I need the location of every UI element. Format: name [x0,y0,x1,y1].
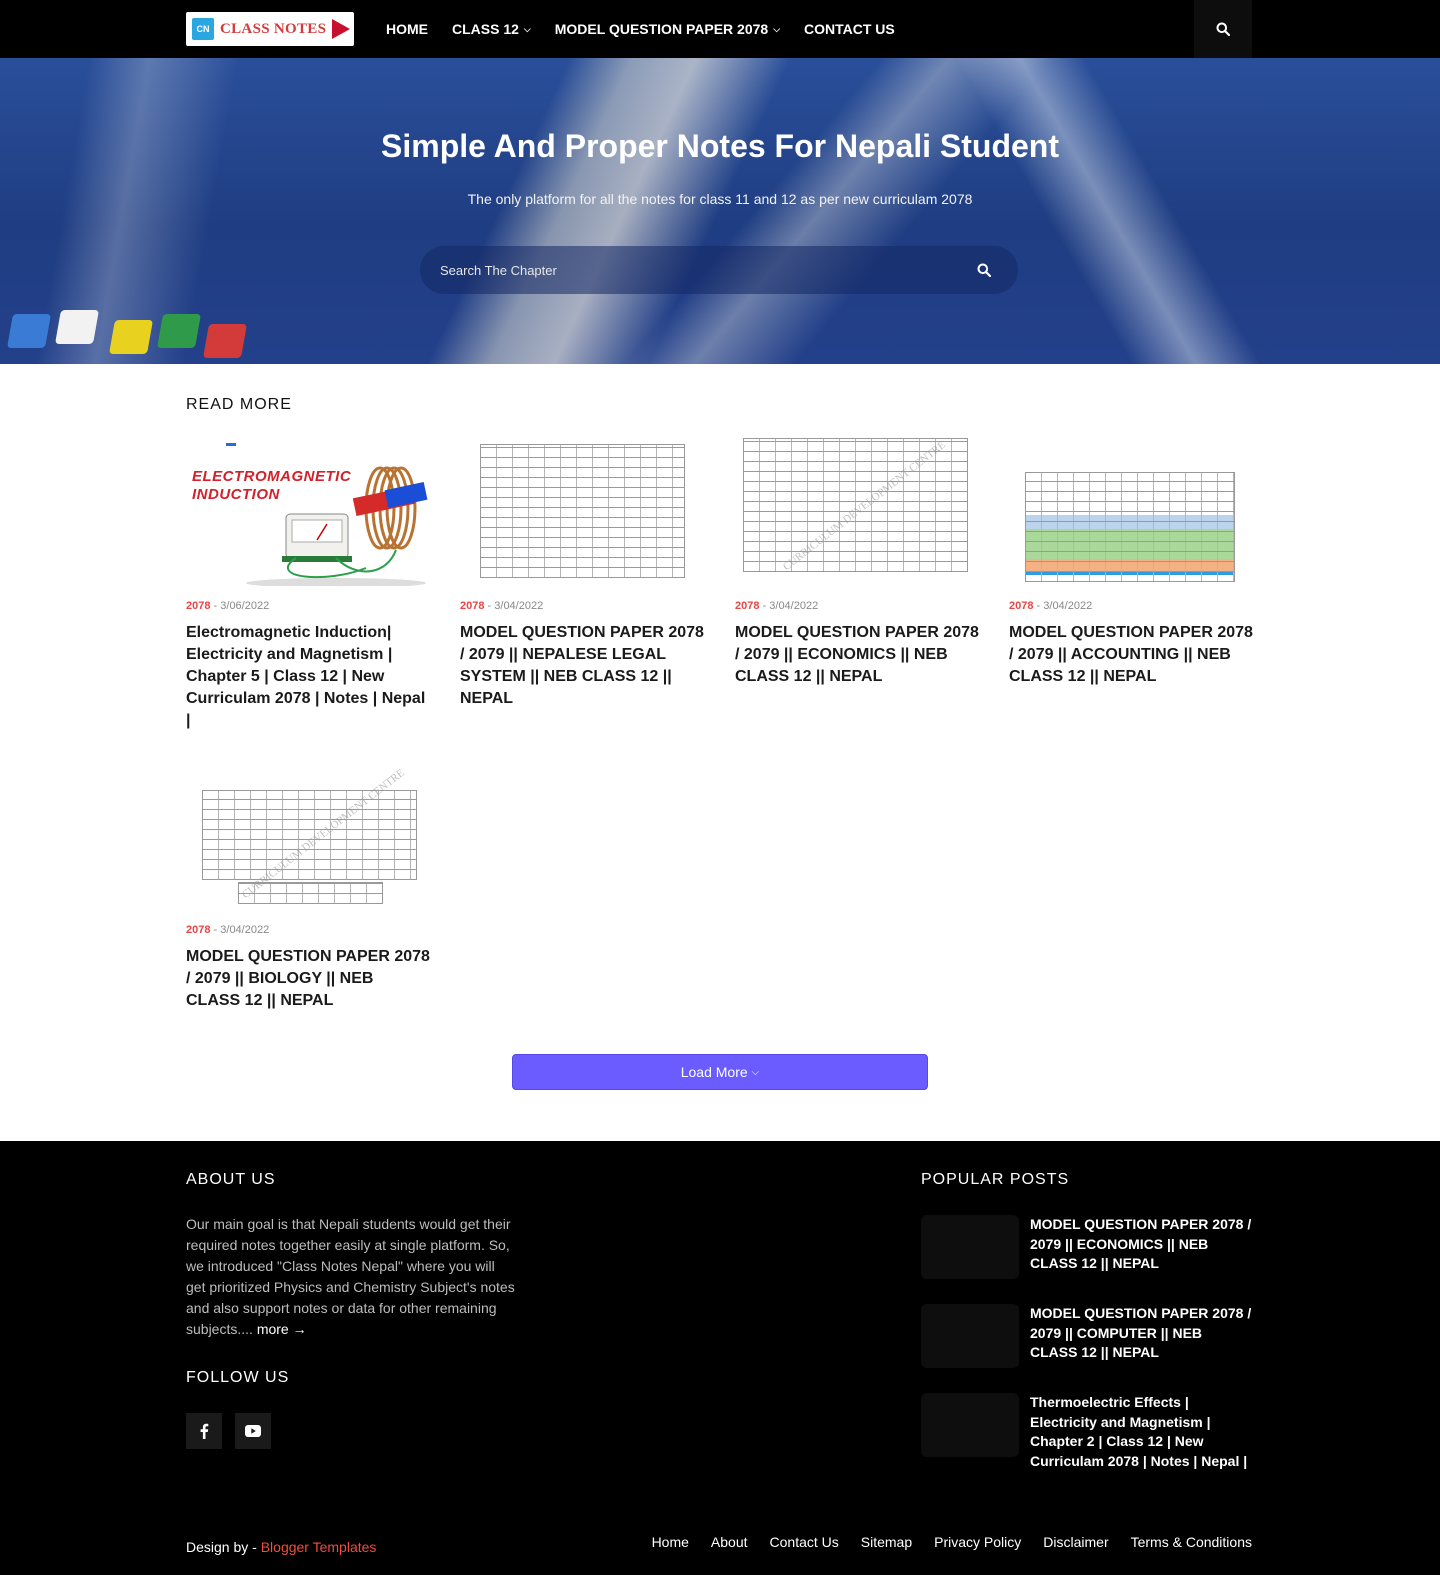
top-navbar: CN CLASS NOTES HOME CLASS 12 ⌵ MODEL QUES… [0,0,1440,58]
post-meta: 2078 - 3/04/2022 [186,924,270,936]
site-logo[interactable]: CN CLASS NOTES [186,12,354,46]
post-thumbnail[interactable]: CURRICULUM DEVELOPMENT CENTRE [735,438,980,586]
popular-post-thumbnail[interactable] [921,1215,1019,1279]
footer-link-home[interactable]: Home [652,1534,689,1550]
post-year: 2078 [1009,600,1034,612]
about-us-text: Our main goal is that Nepali students wo… [186,1214,516,1340]
footer-links: Home About Contact Us Sitemap Privacy Po… [630,1534,1252,1550]
nav-class-12[interactable]: CLASS 12 ⌵ [452,21,531,37]
footer-link-about[interactable]: About [711,1534,748,1550]
footer-link-sitemap[interactable]: Sitemap [861,1534,912,1550]
post-year: 2078 [186,924,211,936]
logo-text: CLASS NOTES [220,20,327,37]
nav-model-question-paper[interactable]: MODEL QUESTION PAPER 2078 ⌵ [555,21,780,37]
nav-home[interactable]: HOME [386,21,428,37]
nepal-flag-icon [332,19,351,39]
post-title-link[interactable]: Electromagnetic Induction| Electricity a… [186,622,431,732]
load-more-button[interactable]: Load More ⌵ [512,1054,928,1090]
post-title-link[interactable]: MODEL QUESTION PAPER 2078 / 2079 || NEPA… [460,622,705,710]
nav-model-question-paper-label: MODEL QUESTION PAPER 2078 [554,21,769,37]
youtube-button[interactable] [235,1413,271,1449]
load-more-label: Load More [680,1064,748,1080]
popular-posts-heading: POPULAR POSTS [921,1171,1070,1188]
nav-contact-us[interactable]: CONTACT US [804,21,895,37]
exam-spec-table-image [480,444,685,578]
footer-link-terms[interactable]: Terms & Conditions [1131,1534,1252,1550]
design-credit: Design by - Blogger Templates [186,1539,376,1555]
post-card: ELECTROMAGNETIC INDUCTION 2078 - 3/06/20… [186,438,431,732]
about-us-body: Our main goal is that Nepali students wo… [186,1216,515,1337]
hero-subtitle: The only platform for all the notes for … [467,191,973,207]
post-date: 3/06/2022 [220,600,270,612]
exam-spec-table-image [1025,472,1235,582]
chevron-down-icon: ⌵ [523,23,531,34]
post-date: 3/04/2022 [769,600,819,612]
main-menu: HOME CLASS 12 ⌵ MODEL QUESTION PAPER 2078… [386,0,919,58]
search-icon [1216,22,1230,36]
post-card: 2078 - 3/04/2022 MODEL QUESTION PAPER 20… [1009,438,1254,688]
popular-post-thumbnail[interactable] [921,1393,1019,1457]
hero-search-button[interactable] [970,256,998,284]
facebook-icon [200,1423,209,1439]
footer-link-disclaimer[interactable]: Disclaimer [1043,1534,1108,1550]
post-year: 2078 [735,600,760,612]
nav-class-12-label: CLASS 12 [452,21,519,37]
hero-search-box [420,246,1018,294]
about-us-heading: ABOUT US [186,1171,276,1188]
post-title-link[interactable]: MODEL QUESTION PAPER 2078 / 2079 || BIOL… [186,946,431,1012]
post-card: 2078 - 3/04/2022 MODEL QUESTION PAPER 20… [460,438,705,710]
post-thumbnail[interactable] [1009,438,1254,586]
about-more-link[interactable]: more → [257,1321,307,1337]
popular-post-title[interactable]: MODEL QUESTION PAPER 2078 / 2079 || COMP… [1030,1304,1252,1363]
exam-spec-table-image [202,790,417,880]
hero-banner: Simple And Proper Notes For Nepali Stude… [0,58,1440,364]
chevron-down-icon: ⌵ [773,23,781,34]
post-thumbnail[interactable]: ELECTROMAGNETIC INDUCTION [186,438,431,586]
youtube-icon [245,1425,261,1437]
post-title-link[interactable]: MODEL QUESTION PAPER 2078 / 2079 || ACCO… [1009,622,1254,688]
design-credit-prefix: Design by - [186,1539,261,1555]
prayer-flags-decoration [0,308,260,364]
popular-post-title[interactable]: Thermoelectric Effects | Electricity and… [1030,1393,1252,1471]
post-meta: 2078 - 3/04/2022 [735,600,819,612]
post-year: 2078 [460,600,485,612]
post-card: CURRICULUM DEVELOPMENT CENTRE 2078 - 3/0… [735,438,980,688]
nav-search-button[interactable] [1194,0,1252,58]
nav-contact-us-label: CONTACT US [804,21,895,37]
galvanometer-illustration [226,443,428,586]
blogger-templates-link[interactable]: Blogger Templates [261,1539,377,1555]
follow-us-heading: FOLLOW US [186,1369,290,1386]
post-title-link[interactable]: MODEL QUESTION PAPER 2078 / 2079 || ECON… [735,622,980,688]
post-date: 3/04/2022 [1043,600,1093,612]
popular-post-thumbnail[interactable] [921,1304,1019,1368]
post-thumbnail[interactable] [460,438,705,586]
post-thumbnail[interactable]: CURRICULUM DEVELOPMENT CENTRE [186,762,431,910]
post-meta: 2078 - 3/04/2022 [460,600,544,612]
hero-title: Simple And Proper Notes For Nepali Stude… [381,128,1059,164]
post-meta: 2078 - 3/06/2022 [186,600,270,612]
popular-post-title[interactable]: MODEL QUESTION PAPER 2078 / 2079 || ECON… [1030,1215,1252,1274]
post-meta: 2078 - 3/04/2022 [1009,600,1093,612]
chapter-search-input[interactable] [440,262,970,278]
post-year: 2078 [186,600,211,612]
post-date: 3/04/2022 [494,600,544,612]
post-card: CURRICULUM DEVELOPMENT CENTRE 2078 - 3/0… [186,762,431,1012]
chevron-down-icon: ⌵ [751,1066,760,1078]
footer-link-privacy-policy[interactable]: Privacy Policy [934,1534,1021,1550]
logo-mark: CN [192,18,214,40]
nav-home-label: HOME [386,21,428,37]
search-icon [977,263,991,277]
facebook-button[interactable] [186,1413,222,1449]
site-footer: ABOUT US Our main goal is that Nepali st… [0,1141,1440,1575]
footer-link-contact-us[interactable]: Contact Us [770,1534,839,1550]
read-more-heading: READ MORE [186,396,292,413]
post-date: 3/04/2022 [220,924,270,936]
